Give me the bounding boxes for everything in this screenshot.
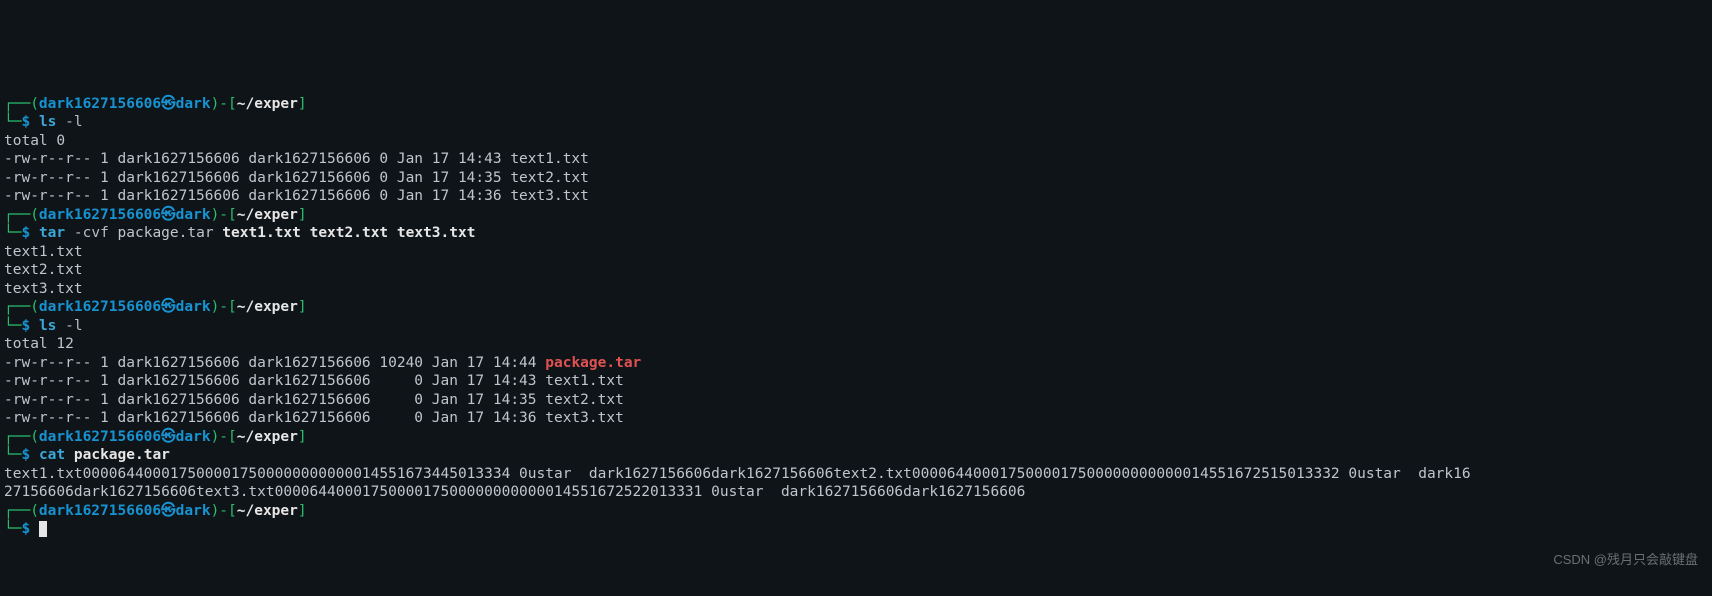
output-line: total 12 [4,335,1708,354]
prompt-line-2[interactable]: └─$ tar -cvf package.tar text1.txt text2… [4,224,1708,243]
output-line: text2.txt [4,261,1708,280]
output-line: 27156606dark1627156606text3.txt000064400… [4,483,1708,502]
prompt-line-2[interactable]: └─$ ls -l [4,113,1708,132]
output-line: text3.txt [4,280,1708,299]
prompt-line-1: ┌──(dark1627156606㉿dark)-[~/exper] [4,428,1708,447]
prompt-line-2[interactable]: └─$ [4,520,1708,539]
output-line: -rw-r--r-- 1 dark1627156606 dark16271566… [4,391,1708,410]
cursor [39,521,47,537]
watermark: CSDN @残月只会敲键盘 [1553,551,1698,570]
output-line: -rw-r--r-- 1 dark1627156606 dark16271566… [4,372,1708,391]
output-line: text1.txt [4,243,1708,262]
prompt-line-1: ┌──(dark1627156606㉿dark)-[~/exper] [4,502,1708,521]
output-line: -rw-r--r-- 1 dark1627156606 dark16271566… [4,150,1708,169]
output-line: -rw-r--r-- 1 dark1627156606 dark16271566… [4,187,1708,206]
output-line: -rw-r--r-- 1 dark1627156606 dark16271566… [4,354,1708,373]
output-line: -rw-r--r-- 1 dark1627156606 dark16271566… [4,169,1708,188]
prompt-line-1: ┌──(dark1627156606㉿dark)-[~/exper] [4,206,1708,225]
prompt-line-1: ┌──(dark1627156606㉿dark)-[~/exper] [4,298,1708,317]
prompt-line-1: ┌──(dark1627156606㉿dark)-[~/exper] [4,95,1708,114]
output-line: text1.txt0000644000175000017500000000000… [4,465,1708,484]
prompt-line-2[interactable]: └─$ ls -l [4,317,1708,336]
output-line: total 0 [4,132,1708,151]
terminal[interactable]: ┌──(dark1627156606㉿dark)-[~/exper]└─$ ls… [0,93,1712,541]
output-line: -rw-r--r-- 1 dark1627156606 dark16271566… [4,409,1708,428]
prompt-line-2[interactable]: └─$ cat package.tar [4,446,1708,465]
